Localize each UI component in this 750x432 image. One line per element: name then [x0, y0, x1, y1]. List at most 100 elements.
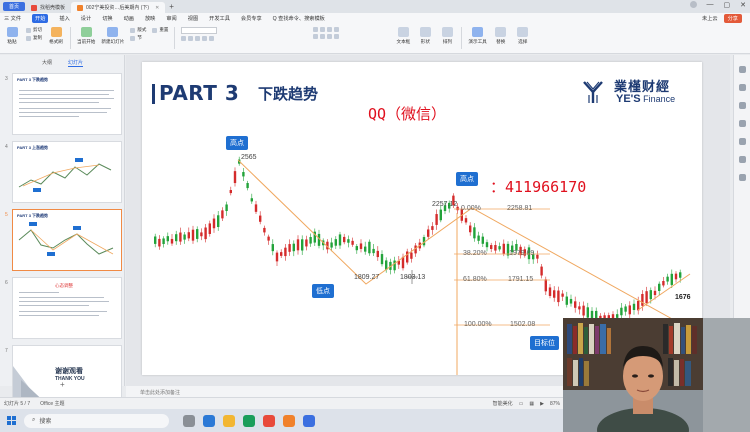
menu-file[interactable]: 三 文件 [4, 15, 21, 22]
store-icon[interactable] [243, 414, 255, 427]
replace-icon [495, 27, 507, 37]
view-normal-icon[interactable]: ▭ [519, 401, 524, 407]
new-slide-button[interactable]: 新建幻灯片 [101, 27, 124, 45]
wps-icon[interactable] [263, 414, 275, 427]
select-button[interactable]: 选择 [515, 27, 531, 45]
object-property-icon[interactable] [738, 66, 746, 73]
candle-body [490, 245, 493, 249]
menu-animation[interactable]: 动画 [124, 15, 134, 22]
zoom-level[interactable]: 87% [550, 401, 560, 407]
callout-target[interactable]: 目标位 [530, 336, 559, 350]
tab-outline[interactable]: 大纲 [42, 59, 52, 67]
reset-button[interactable]: 重置 [152, 27, 168, 33]
taskbar-search-field[interactable]: ⌕ 搜索 [24, 413, 169, 428]
menu-insert[interactable]: 插入 [59, 15, 69, 22]
shape-panel-icon[interactable] [738, 120, 746, 127]
settings-icon[interactable] [738, 174, 746, 181]
menu-transition[interactable]: 切换 [102, 15, 112, 22]
add-slide-button[interactable]: + [60, 380, 65, 389]
candle-body [494, 245, 497, 251]
slide-thumbnail-4[interactable]: 4 PART 3 上涨趋势 [3, 141, 122, 207]
copy-button[interactable]: 复制 [26, 35, 42, 41]
candle-body [179, 232, 182, 242]
candle-body [561, 293, 564, 297]
menu-slideshow[interactable]: 放映 [145, 15, 155, 22]
yes-finance-logo-icon [583, 81, 603, 103]
price-label-current: 1676 [675, 294, 691, 301]
slide-thumbnail-5[interactable]: 5 PART 3 下跌趋势 [3, 209, 122, 275]
fib-level-3-price: 1502.08 [510, 321, 536, 328]
edge-browser-icon[interactable] [203, 414, 215, 427]
font-family-select[interactable] [181, 27, 218, 34]
close-tab-icon[interactable]: ✕ [155, 5, 159, 11]
speaker-notes-field[interactable]: 单击此处添加备注 [126, 386, 606, 397]
candle-body [620, 307, 623, 316]
slide-thumbnail-panel: 大纲 幻灯片 3 PART 3 下跌趋势 4 PART 3 上涨趋势 5 PAR… [0, 55, 125, 407]
menu-developer[interactable]: 开发工具 [209, 15, 230, 22]
presentation-app-icon[interactable] [283, 414, 295, 427]
close-icon[interactable]: ✕ [740, 1, 746, 9]
textbox-button[interactable]: 文本框 [395, 27, 411, 45]
new-tab-button[interactable]: + [169, 2, 174, 11]
tab-slides[interactable]: 幻灯片 [68, 59, 84, 67]
candle-body [376, 250, 379, 258]
candle-body [435, 214, 438, 225]
windows-start-icon[interactable] [7, 416, 16, 425]
format-painter-button[interactable]: 格式刷 [48, 27, 64, 45]
replace-button[interactable]: 替换 [493, 27, 509, 45]
slide-title[interactable]: 下跌趋势 [258, 83, 318, 104]
fib-level-0-price: 2258.81 [507, 205, 533, 212]
home-tab[interactable]: 首页 [3, 2, 25, 11]
view-grid-icon[interactable]: ▦ [529, 401, 534, 407]
doc-tab-templates[interactable]: 找稻壳模板 [25, 2, 71, 13]
chart-panel-icon[interactable] [738, 138, 746, 145]
maximize-icon[interactable]: ▢ [724, 1, 731, 9]
design-icon[interactable] [738, 102, 746, 109]
paste-button[interactable]: 粘贴 [4, 27, 20, 45]
callout-high-1[interactable]: 高点 [226, 136, 248, 150]
doc-tab-presentation[interactable]: 002宁美投资…后美期內 (下) ✕ [71, 2, 166, 13]
menu-review[interactable]: 审阅 [166, 15, 176, 22]
candle-body [670, 273, 673, 285]
paste-icon [6, 27, 18, 37]
window-controls: — ▢ ✕ [689, 1, 746, 9]
presentation-tools-button[interactable]: 演示工具 [468, 27, 487, 45]
candle-body [170, 238, 174, 244]
candle-body [301, 239, 304, 251]
candle-body [565, 296, 568, 305]
task-view-icon[interactable] [183, 414, 195, 427]
slide-thumbnail-3[interactable]: 3 PART 3 下跌趋势 [3, 73, 122, 139]
candle-body [158, 238, 161, 247]
candle-body [275, 252, 279, 262]
help-icon[interactable] [738, 156, 746, 163]
user-avatar-icon[interactable] [689, 1, 697, 8]
thumbnail-list: 3 PART 3 下跌趋势 4 PART 3 上涨趋势 5 PART 3 下跌趋… [3, 73, 122, 413]
menu-design[interactable]: 设计 [81, 15, 91, 22]
shape-button[interactable]: 形状 [417, 27, 433, 45]
arrange-button[interactable]: 排列 [439, 27, 455, 45]
cloud-status[interactable]: 未上云 [702, 15, 718, 22]
candle-body [578, 306, 581, 310]
menu-member[interactable]: 会员专享 [241, 15, 262, 22]
command-search[interactable]: Q 查找命令、搜索模板 [273, 15, 325, 22]
candle-body [557, 290, 560, 303]
candle-body [229, 190, 232, 194]
menu-home[interactable]: 开始 [32, 14, 49, 23]
smart-beautify-button[interactable]: 智能美化 [493, 400, 513, 407]
callout-high-2[interactable]: 高点 [456, 172, 478, 186]
play-from-current-button[interactable]: 当前开始 [77, 27, 95, 45]
share-button[interactable]: 分享 [723, 14, 742, 23]
callout-low[interactable]: 低点 [312, 284, 334, 298]
section-button[interactable]: 节 [130, 35, 146, 41]
menu-view[interactable]: 视图 [188, 15, 198, 22]
candle-body [204, 227, 207, 240]
layout-button[interactable]: 版式 [130, 27, 146, 33]
cut-button[interactable]: 剪切 [26, 27, 42, 33]
play-slideshow-icon[interactable]: ▶ [540, 401, 544, 407]
animation-pane-icon[interactable] [738, 84, 746, 91]
file-explorer-icon[interactable] [223, 414, 235, 427]
minimize-icon[interactable]: — [707, 1, 714, 9]
app-icon[interactable] [303, 414, 315, 427]
slide-thumbnail-6[interactable]: 6 心态调整 [3, 277, 122, 343]
part-label[interactable]: PART 3 [159, 81, 239, 105]
